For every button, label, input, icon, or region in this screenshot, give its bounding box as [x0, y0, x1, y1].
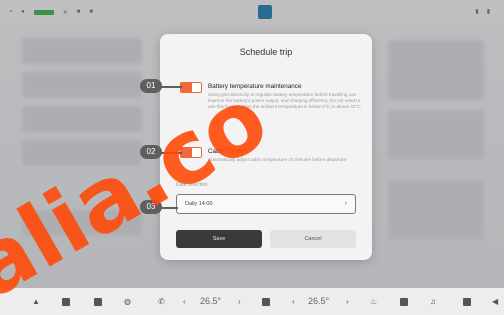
schedule-trip-dialog: Schedule trip Battery temperature mainte… — [160, 34, 372, 260]
apps-icon[interactable] — [400, 298, 408, 306]
grid-icon[interactable] — [463, 298, 471, 306]
media-icon[interactable] — [94, 298, 102, 306]
car-icon[interactable]: ▲ — [32, 297, 40, 306]
battery-temperature-toggle[interactable] — [180, 82, 202, 93]
bottom-dock: ▲ ◍ ✆ ‹ 26.5° › ‹ 26.5° › ♨ ♫ ◀ — [0, 288, 504, 315]
music-icon[interactable]: ♫ — [430, 297, 436, 306]
step-marker-01: 01 — [140, 79, 162, 93]
fan-icon[interactable]: ◍ — [124, 297, 131, 306]
save-button[interactable]: Save — [176, 230, 262, 248]
option-description: Using grid electricity to regulate batte… — [208, 92, 362, 109]
climate-icon[interactable] — [262, 298, 270, 306]
step-marker-02: 02 — [140, 145, 162, 159]
heated-seat-icon[interactable]: ♨ — [370, 297, 377, 306]
cancel-button[interactable]: Cancel — [270, 230, 356, 248]
time-selector[interactable]: Daily 14:00 › — [176, 194, 356, 214]
date-selection-label: Date selection — [176, 182, 208, 188]
temperature-right: 26.5° — [308, 296, 330, 306]
temp-right-down-icon[interactable]: ‹ — [292, 297, 295, 306]
marker-line — [160, 152, 182, 154]
option-title: Cabin comfort — [208, 148, 248, 155]
phone-icon[interactable]: ✆ — [158, 297, 165, 306]
volume-icon[interactable]: ◀ — [492, 297, 498, 306]
temperature-left: 26.5° — [200, 296, 222, 306]
step-marker-03: 03 — [140, 200, 162, 214]
temp-right-up-icon[interactable]: › — [346, 297, 349, 306]
temp-left-down-icon[interactable]: ‹ — [183, 297, 186, 306]
toggle-knob — [192, 148, 201, 157]
toggle-knob — [192, 83, 201, 92]
seat-icon[interactable] — [62, 298, 70, 306]
marker-line — [160, 207, 178, 209]
dialog-title: Schedule trip — [239, 47, 293, 57]
chevron-right-icon: › — [344, 200, 347, 207]
temp-left-up-icon[interactable]: › — [238, 297, 241, 306]
cabin-comfort-toggle[interactable] — [180, 147, 202, 158]
cabin-comfort-option: Cabin comfort Automatically adjust cabin… — [180, 147, 362, 187]
time-value: Daily 14:00 — [185, 201, 213, 207]
option-title: Battery temperature maintenance — [208, 83, 302, 90]
option-description: Automatically adjust cabin temperature 1… — [208, 157, 347, 162]
marker-line — [160, 86, 182, 88]
